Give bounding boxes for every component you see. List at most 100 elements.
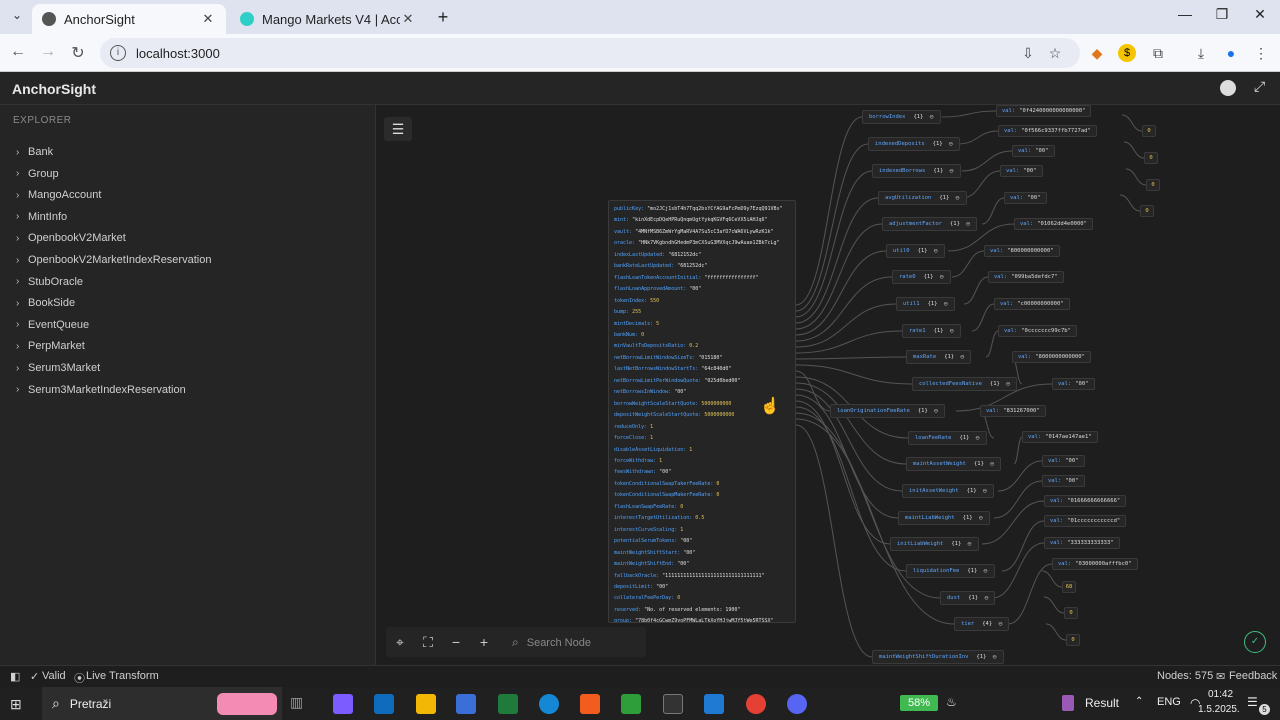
minimize-icon[interactable]: — — [1170, 6, 1200, 22]
graph-canvas[interactable]: ☰ publicKey: "mo2JCj1sbT4h7Tqq2bsYCfAG9a… — [376, 105, 1280, 665]
vscode-icon[interactable] — [704, 694, 724, 714]
graph-field-node[interactable]: liquidationFee {1} ⊖ — [906, 564, 995, 578]
graph-value-node[interactable]: val: "0f566c9337ffb7727ad" — [998, 125, 1097, 137]
graph-value-node[interactable]: val: "c00000000000" — [994, 298, 1070, 310]
link-icon[interactable]: ⊖ — [934, 407, 938, 415]
site-info-icon[interactable]: i — [110, 45, 126, 61]
chrome-icon[interactable] — [746, 694, 766, 714]
graph-index-node[interactable]: 68 — [1062, 581, 1076, 593]
result-label[interactable]: Result — [1085, 696, 1119, 710]
graph-value-node[interactable]: val: "0f4240000000000000" — [996, 105, 1092, 117]
field-row[interactable]: vault: "4MNfMSB6ZmWrYgMaRV4A7Su5cC3afD7c… — [614, 227, 790, 238]
field-row[interactable]: minVaultToDepositsRatio: 0.2 — [614, 341, 790, 352]
graph-value-node[interactable]: val: "0ccccccc99c7b" — [998, 325, 1077, 337]
notifications-icon[interactable]: ☰ — [1247, 695, 1258, 709]
graph-value-node[interactable]: val: "0147ae147ae1" — [1022, 431, 1098, 443]
task-view-icon[interactable]: ▥ — [290, 694, 310, 714]
maximize-icon[interactable]: ❐ — [1207, 6, 1237, 23]
windows-start-icon[interactable]: ⊞ — [10, 696, 26, 712]
zoom-in-icon[interactable]: + — [470, 634, 498, 650]
explorer-item[interactable]: › BookSide — [16, 297, 75, 309]
link-icon[interactable]: ⊖ — [934, 247, 938, 255]
explorer-item[interactable]: › OpenbookV2Market — [16, 232, 126, 244]
graph-field-node[interactable]: initAssetWeight {1} ⊖ — [902, 484, 994, 498]
graph-index-node[interactable]: 0 — [1142, 125, 1156, 137]
explorer-item[interactable]: › Bank — [16, 146, 53, 158]
graph-value-node[interactable]: val: "00" — [1000, 165, 1043, 177]
link-icon[interactable]: ⊖ — [944, 300, 948, 308]
graph-field-node[interactable]: indexedDeposits {1} ⊖ — [868, 137, 960, 151]
graph-field-node[interactable]: indexedBorrows {1} ⊖ — [872, 164, 961, 178]
link-icon[interactable]: ⊖ — [983, 487, 987, 495]
graph-value-node[interactable]: val: "831267000" — [980, 405, 1046, 417]
graph-field-node[interactable]: maxRate {1} ⊖ — [906, 350, 972, 364]
graph-value-node[interactable]: val: "099ba5defdc7" — [988, 271, 1064, 283]
graph-value-node[interactable]: val: "03000000afffbc0" — [1052, 558, 1138, 570]
reload-icon[interactable]: ↻ — [68, 43, 88, 63]
field-row[interactable]: bump: 255 — [614, 307, 790, 318]
field-row[interactable]: collateralFeePerDay: 0 — [614, 593, 790, 604]
field-row[interactable]: flashLoanSwapFeeRate: 0 — [614, 502, 790, 513]
fullscreen-icon[interactable]: ⤢ — [1254, 78, 1265, 95]
file-explorer-icon[interactable] — [416, 694, 436, 714]
field-row[interactable]: lastNetBorrowsWindowStartTs: "64c840d0" — [614, 364, 790, 375]
field-row[interactable]: flashLoanApprovedAmount: "00" — [614, 284, 790, 295]
field-row[interactable]: tokenIndex: 550 — [614, 296, 790, 307]
zoom-out-icon[interactable]: − — [442, 634, 470, 650]
field-row[interactable]: tokenConditionalSwapMakerFeeRate: 0 — [614, 490, 790, 501]
link-icon[interactable]: ⊖ — [949, 140, 953, 148]
explorer-item[interactable]: › MintInfo — [16, 211, 67, 223]
explorer-item[interactable]: › MangoAccount — [16, 189, 101, 201]
graph-field-node[interactable]: borrowIndex {1} ⊖ — [862, 110, 941, 124]
search-node-input[interactable]: ⌕ Search Node — [512, 635, 591, 650]
tab-mango-markets[interactable]: Mango Markets V4 | Account 4 ✕ — [230, 4, 426, 34]
explorer-item[interactable]: › EventQueue — [16, 319, 89, 331]
field-row[interactable]: reserved: "No. of reserved elements: 190… — [614, 605, 790, 616]
graph-field-node[interactable]: maintAssetWeight {1} ⊖ — [906, 457, 1002, 471]
window-close-icon[interactable]: ✕ — [1245, 6, 1275, 23]
browser-menu-icon[interactable]: ⋮ — [1252, 44, 1270, 62]
link-icon[interactable]: ⊖ — [990, 460, 994, 468]
field-row[interactable]: oracle: "HNk7VKgbndhGHedmP3mCXSuG3MVXqcJ… — [614, 238, 790, 249]
explorer-item[interactable]: › StubOracle — [16, 276, 83, 288]
minecraft-icon[interactable] — [621, 694, 641, 714]
media-app-icon[interactable] — [498, 694, 518, 714]
link-icon[interactable]: ⊖ — [955, 194, 959, 202]
close-icon[interactable]: ✕ — [200, 11, 216, 27]
field-row[interactable]: depositLimit: "00" — [614, 582, 790, 593]
new-tab-plus-icon[interactable]: + — [428, 7, 458, 28]
graph-field-node[interactable]: loanFeeRate {1} ⊖ — [908, 431, 987, 445]
panel-toggle-icon[interactable]: ◧ — [10, 670, 20, 683]
bookmark-star-icon[interactable]: ☆ — [1046, 44, 1064, 62]
clock-date[interactable]: 1.5.2025. — [1198, 704, 1240, 715]
link-icon[interactable]: ⊖ — [979, 514, 983, 522]
link-icon[interactable]: ⊖ — [929, 113, 933, 121]
graph-value-node[interactable]: val: "800000000000" — [984, 245, 1060, 257]
explorer-item[interactable]: › Group — [16, 168, 59, 180]
graph-field-node[interactable]: avgUtilization {1} ⊖ — [878, 191, 967, 205]
link-icon[interactable]: ⊖ — [950, 327, 954, 335]
field-row[interactable]: interestCurveScaling: 1 — [614, 525, 790, 536]
fit-view-icon[interactable]: ⛶ — [414, 634, 442, 651]
tray-chevron-icon[interactable]: ⌃ — [1135, 696, 1143, 707]
link-icon[interactable]: ⊖ — [949, 167, 953, 175]
link-icon[interactable]: ⊖ — [1006, 380, 1010, 388]
link-icon[interactable]: ⊖ — [960, 353, 964, 361]
downloads-icon[interactable]: ⤓ — [1192, 44, 1210, 62]
back-arrow-icon[interactable]: ← — [8, 43, 28, 61]
close-icon[interactable]: ✕ — [400, 11, 416, 27]
explorer-item[interactable]: › OpenbookV2MarketIndexReservation — [16, 254, 211, 266]
field-row[interactable]: bankRateLastUpdated: "681252dc" — [614, 261, 790, 272]
graph-index-node[interactable]: 0 — [1144, 152, 1158, 164]
discord-icon[interactable] — [787, 694, 807, 714]
graph-value-node[interactable]: val: "333333333333" — [1044, 537, 1120, 549]
outlook-icon[interactable] — [374, 694, 394, 714]
link-icon[interactable]: ⊖ — [940, 273, 944, 281]
link-icon[interactable]: ⊖ — [966, 220, 970, 228]
field-row[interactable]: tokenConditionalSwapTakerFeeRate: 0 — [614, 479, 790, 490]
graph-field-node[interactable]: util1 {1} ⊖ — [896, 297, 955, 311]
graph-value-node[interactable]: val: "01062dd4e0000" — [1014, 218, 1093, 230]
live-transform-label[interactable]: Live Transform — [86, 670, 159, 682]
explorer-item[interactable]: › Serum3Market — [16, 362, 100, 374]
focus-icon[interactable]: ⌖ — [386, 634, 414, 651]
